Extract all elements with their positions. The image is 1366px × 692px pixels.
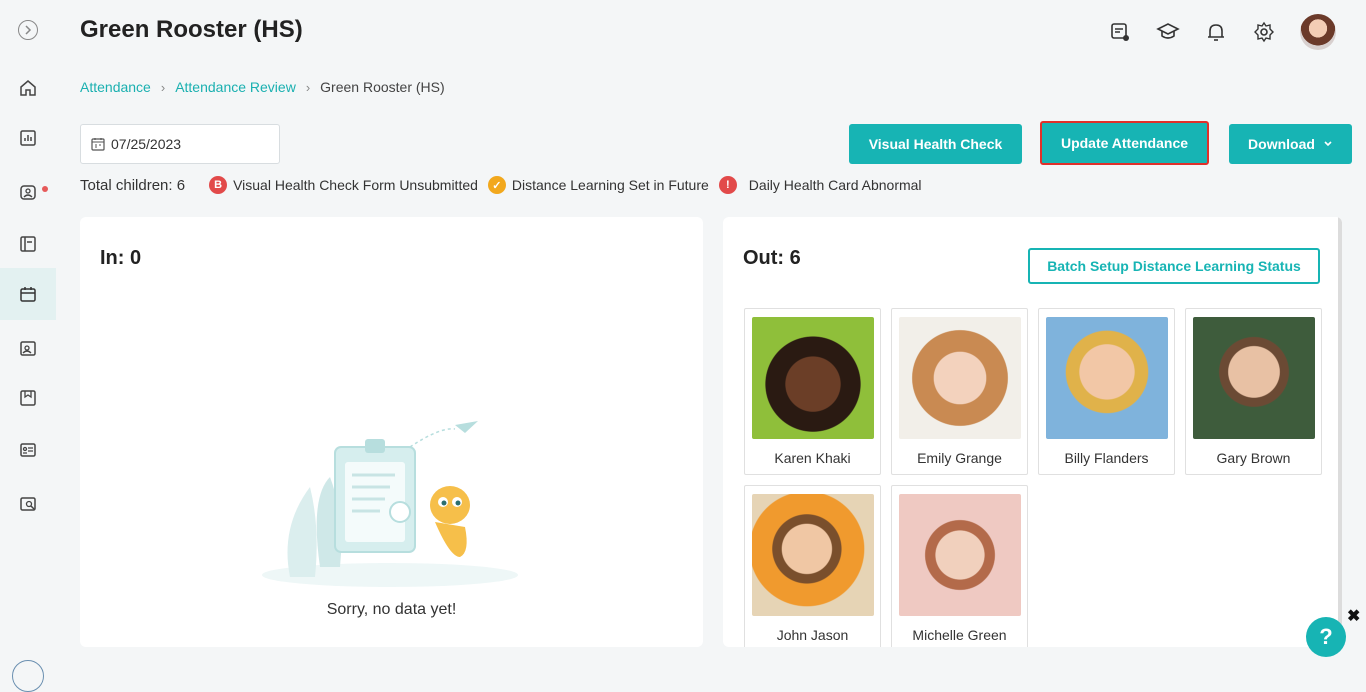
breadcrumb-attendance-review[interactable]: Attendance Review [175, 79, 296, 95]
batch-setup-distance-learning-button[interactable]: Batch Setup Distance Learning Status [1028, 248, 1320, 284]
search-card-icon[interactable] [0, 478, 56, 530]
report-chart-icon[interactable] [0, 112, 56, 164]
child-photo [899, 494, 1021, 616]
empty-state-illustration [262, 421, 518, 587]
chevron-right-icon: › [160, 79, 166, 95]
in-heading: In: 0 [100, 247, 142, 269]
chevron-right-icon: › [305, 79, 311, 95]
bell-icon[interactable] [1204, 20, 1228, 44]
message-user-icon[interactable] [1108, 20, 1132, 44]
avatar[interactable] [1300, 14, 1336, 50]
child-card[interactable]: Gary Brown [1185, 308, 1322, 475]
child-card[interactable]: Karen Khaki [744, 308, 881, 475]
out-panel: Out: 6 Batch Setup Distance Learning Sta… [723, 217, 1342, 647]
legend-label: Visual Health Check Form Unsubmitted [233, 177, 478, 193]
legend-row: Total children: 6 B Visual Health Check … [80, 176, 932, 194]
sidebar [0, 0, 56, 692]
child-name: Karen Khaki [774, 450, 851, 466]
chevron-down-icon [1324, 141, 1332, 147]
child-name: Michelle Green [912, 627, 1007, 643]
child-photo [899, 317, 1021, 439]
children-grid: Karen Khaki Emily Grange Billy Flanders … [744, 308, 1322, 647]
download-button[interactable]: Download [1229, 124, 1352, 164]
date-value: 07/25/2023 [111, 136, 182, 152]
help-button[interactable]: ? [1306, 617, 1346, 657]
child-name: Emily Grange [917, 450, 1002, 466]
child-name: Billy Flanders [1064, 450, 1149, 466]
photo-id-icon[interactable] [0, 322, 56, 374]
in-panel: In: 0 Sorry, no data yet! [80, 217, 703, 647]
update-attendance-button[interactable]: Update Attendance [1040, 121, 1209, 165]
notification-dot [42, 186, 48, 192]
child-card[interactable]: Emily Grange [891, 308, 1028, 475]
child-photo [1193, 317, 1315, 439]
download-label: Download [1248, 136, 1315, 152]
exclamation-icon: ! [718, 176, 737, 194]
child-photo [1046, 317, 1168, 439]
legend-label: Daily Health Card Abnormal [748, 177, 922, 193]
check-circle-icon: ✓ [487, 176, 506, 194]
breadcrumb-attendance[interactable]: Attendance [80, 79, 151, 95]
breadcrumb-current: Green Rooster (HS) [320, 79, 445, 95]
legend-label: Distance Learning Set in Future [511, 177, 709, 193]
child-card[interactable]: John Jason [744, 485, 881, 647]
child-card[interactable]: Michelle Green [891, 485, 1028, 647]
layout-icon[interactable] [0, 218, 56, 270]
child-photo [752, 317, 874, 439]
bookmark-box-icon[interactable] [0, 372, 56, 424]
total-children: Total children: 6 [80, 176, 186, 194]
form-unsubmitted-icon: B [209, 176, 228, 194]
legend-item: B Visual Health Check Form Unsubmitted [209, 176, 478, 194]
gear-icon[interactable] [1252, 20, 1276, 44]
id-card-icon[interactable] [0, 424, 56, 476]
date-picker[interactable]: 07/25/2023 [80, 124, 280, 164]
empty-state-text: Sorry, no data yet! [326, 601, 457, 618]
legend-item: ✓ Distance Learning Set in Future [487, 176, 709, 194]
brand-logo-icon [12, 660, 44, 692]
calendar-small-icon [91, 138, 105, 151]
page-title: Green Rooster (HS) [80, 16, 303, 43]
child-name: John Jason [776, 627, 849, 643]
contacts-icon[interactable] [0, 166, 56, 218]
calendar-icon[interactable] [0, 268, 56, 320]
out-heading: Out: 6 [743, 247, 801, 269]
visual-health-check-button[interactable]: Visual Health Check [849, 124, 1022, 164]
graduation-cap-icon[interactable] [1156, 20, 1180, 44]
child-card[interactable]: Billy Flanders [1038, 308, 1175, 475]
legend-item: ! Daily Health Card Abnormal [718, 176, 922, 194]
expand-sidebar-icon[interactable] [18, 20, 38, 40]
child-name: Gary Brown [1216, 450, 1291, 466]
close-icon[interactable]: ✖ [1347, 606, 1360, 626]
breadcrumb: Attendance › Attendance Review › Green R… [80, 79, 445, 95]
top-toolbar [1108, 14, 1336, 50]
child-photo [752, 494, 874, 616]
home-icon[interactable] [0, 62, 56, 114]
scrollbar[interactable] [1338, 217, 1342, 647]
